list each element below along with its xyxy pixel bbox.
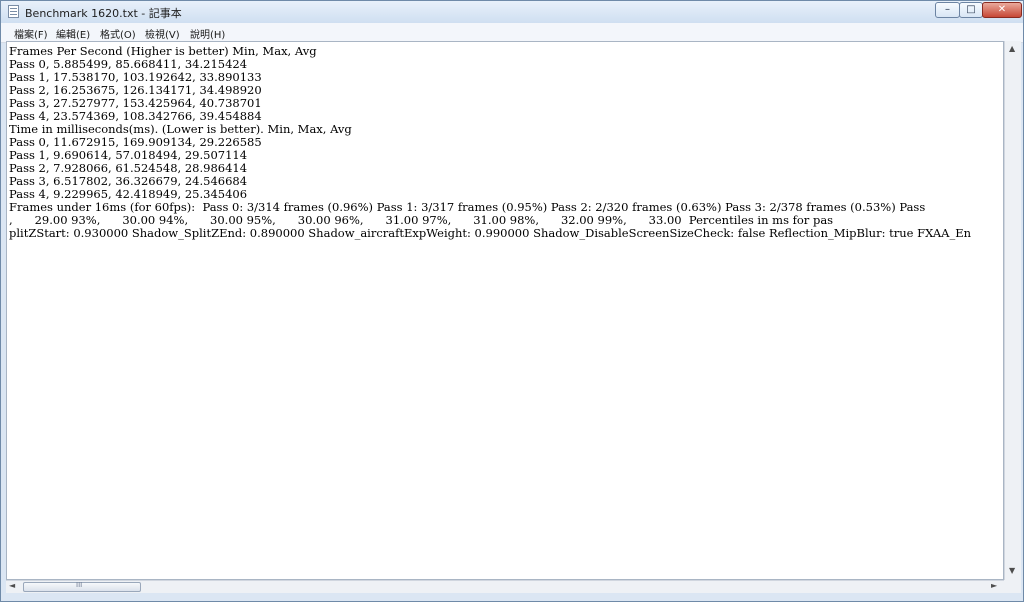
menu-view[interactable]: 檢視(V) — [145, 26, 180, 41]
menu-help[interactable]: 說明(H) — [190, 26, 225, 41]
scroll-up-arrow-icon[interactable]: ▲ — [1009, 44, 1015, 53]
maximize-button[interactable]: □ — [959, 2, 983, 18]
menu-edit[interactable]: 編輯(E) — [56, 26, 90, 41]
resize-grip[interactable] — [1004, 580, 1021, 593]
menu-file[interactable]: 檔案(F) — [14, 26, 48, 41]
scroll-left-arrow-icon[interactable]: ◄ — [9, 581, 15, 590]
title-bar[interactable]: Benchmark 1620.txt - 記事本 – □ ✕ — [1, 1, 1023, 23]
vertical-scrollbar[interactable]: ▲ ▼ — [1004, 41, 1021, 580]
horizontal-scrollbar[interactable]: ◄ III ► — [6, 580, 1004, 593]
text-editor-area[interactable]: Frames Per Second (Higher is better) Min… — [6, 41, 1004, 580]
minimize-button[interactable]: – — [935, 2, 960, 18]
window-title: Benchmark 1620.txt - 記事本 — [25, 7, 182, 20]
scroll-down-arrow-icon[interactable]: ▼ — [1009, 566, 1015, 575]
close-button[interactable]: ✕ — [982, 2, 1022, 18]
notepad-icon — [8, 5, 19, 18]
text-line: plitZStart: 0.930000 Shadow_SplitZEnd: 0… — [9, 226, 972, 240]
scroll-right-arrow-icon[interactable]: ► — [991, 581, 997, 590]
menu-format[interactable]: 格式(O) — [100, 26, 136, 41]
scroll-grip-icon: III — [76, 581, 83, 589]
menu-bar: 檔案(F) 編輯(E) 格式(O) 檢視(V) 說明(H) — [1, 23, 1023, 43]
horizontal-scroll-thumb[interactable]: III — [23, 581, 141, 592]
